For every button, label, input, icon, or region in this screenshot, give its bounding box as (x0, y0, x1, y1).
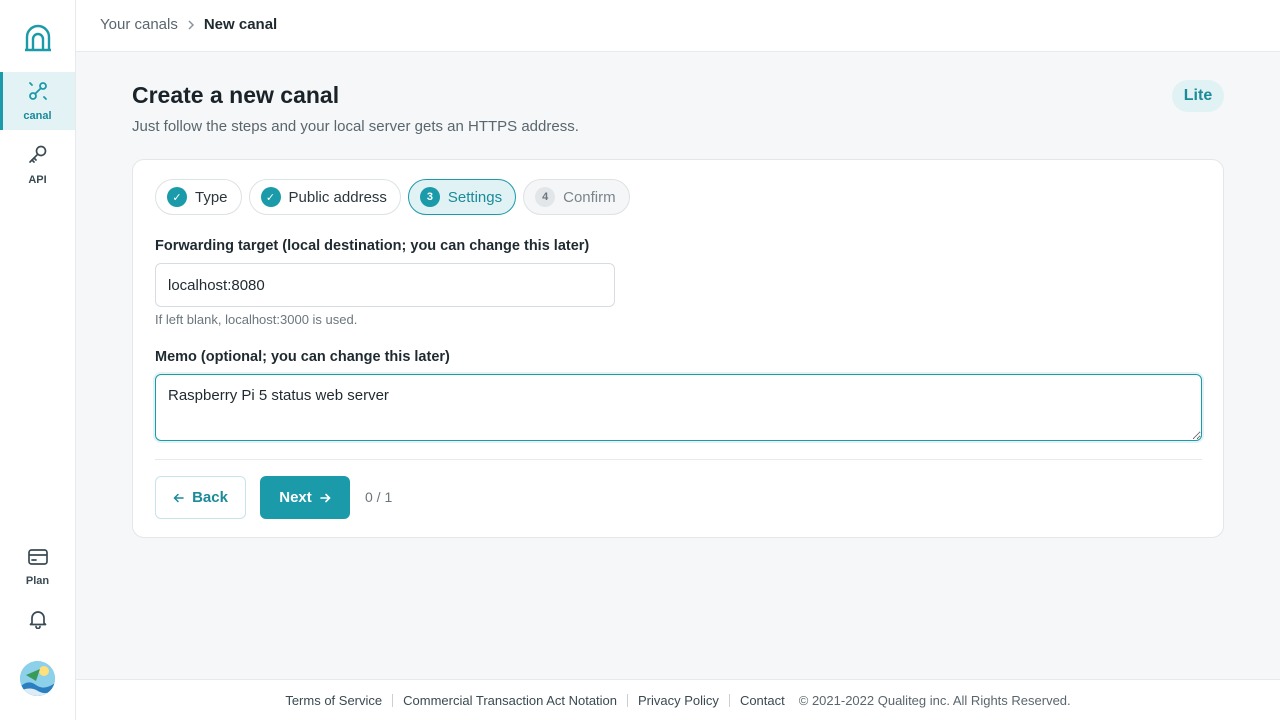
step-label: Type (195, 188, 228, 206)
arrow-right-icon (319, 493, 331, 503)
forwarding-target-hint: If left blank, localhost:3000 is used. (155, 312, 358, 327)
step-label: Public address (288, 188, 387, 206)
check-icon: ✓ (167, 187, 187, 207)
step-confirm[interactable]: 4 Confirm (523, 179, 630, 215)
footer-link-contact[interactable]: Contact (740, 693, 785, 708)
sidebar: canal API Plan (0, 0, 76, 720)
arch-logo-icon[interactable] (24, 24, 52, 52)
create-canal-card: ✓ Type ✓ Public address 3 Settings 4 Con… (132, 159, 1224, 538)
memo-label: Memo (optional; you can change this late… (155, 349, 450, 365)
sidebar-item-label: API (28, 174, 47, 186)
step-counter: 0 / 1 (365, 489, 393, 505)
forwarding-target-input[interactable] (155, 263, 615, 307)
arrow-left-icon (173, 493, 184, 503)
breadcrumb-link-your-canals[interactable]: Your canals (100, 16, 178, 33)
avatar[interactable] (20, 661, 55, 696)
forwarding-target-label: Forwarding target (local destination; yo… (155, 238, 590, 254)
check-icon: ✓ (260, 187, 281, 207)
back-button-label: Back (192, 489, 228, 506)
step-number: 3 (419, 187, 440, 207)
breadcrumb: Your canals New canal (100, 16, 277, 33)
next-button-label: Next (279, 489, 312, 506)
step-label: Settings (447, 188, 503, 206)
breadcrumb-current: New canal (203, 16, 278, 33)
stepper: ✓ Type ✓ Public address 3 Settings 4 Con… (155, 179, 630, 215)
step-type[interactable]: ✓ Type (155, 179, 242, 215)
key-icon (27, 144, 49, 171)
divider (155, 459, 1202, 460)
footer-separator (627, 693, 629, 707)
memo-textarea[interactable]: Raspberry Pi 5 status web server (155, 374, 1202, 441)
footer-separator (392, 693, 394, 707)
page-title: Create a new canal (132, 82, 340, 108)
chevron-right-icon (187, 19, 195, 31)
credit-card-icon (27, 547, 49, 572)
next-button[interactable]: Next (260, 476, 350, 519)
sidebar-item-label: Plan (25, 575, 50, 587)
sidebar-item-label: canal (23, 110, 52, 122)
footer-link-terms[interactable]: Terms of Service (285, 693, 382, 708)
step-label: Confirm (563, 188, 616, 206)
top-bar: Your canals New canal (76, 0, 1280, 52)
sidebar-item-api[interactable]: API (0, 136, 75, 194)
bell-icon[interactable] (25, 606, 51, 632)
footer-separator (728, 693, 730, 707)
sidebar-item-plan[interactable]: Plan (0, 538, 75, 596)
footer: Terms of Service Commercial Transaction … (76, 679, 1280, 720)
footer-link-commercial-transaction[interactable]: Commercial Transaction Act Notation (403, 693, 617, 708)
copyright: © 2021-2022 Qualiteg inc. All Rights Res… (798, 692, 1071, 708)
back-button[interactable]: Back (155, 476, 246, 519)
page-subtitle: Just follow the steps and your local ser… (132, 118, 579, 135)
step-public-address[interactable]: ✓ Public address (248, 179, 401, 215)
plan-badge: Lite (1172, 80, 1224, 112)
link-icon (27, 80, 49, 107)
footer-link-privacy[interactable]: Privacy Policy (638, 693, 719, 708)
sidebar-item-canal[interactable]: canal (0, 72, 75, 130)
step-settings[interactable]: 3 Settings (407, 179, 517, 215)
step-number: 4 (535, 187, 556, 207)
